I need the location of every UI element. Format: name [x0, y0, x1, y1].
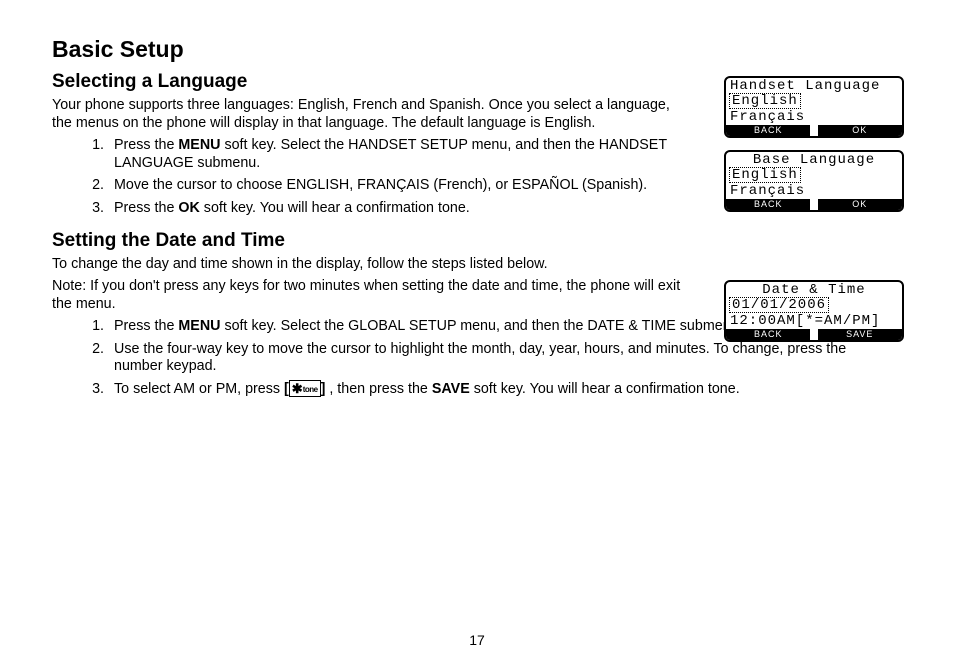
lcd2-item-english: English	[729, 167, 801, 183]
section2-step3: To select AM or PM, press [✱tone] , then…	[108, 381, 892, 399]
lcd1-item-english: English	[729, 93, 801, 109]
lcd1-softkey-back: BACK	[726, 125, 810, 136]
lcd-date-time: Date & Time 01/01/2006 12:00AM[*=AM/PM] …	[724, 280, 904, 342]
section2-step2: Use the four-way key to move the cursor …	[108, 341, 892, 377]
page-title: Basic Setup	[52, 36, 902, 63]
lcd2-title: Base Language	[726, 152, 902, 167]
section1-step2: Move the cursor to choose ENGLISH, FRANÇ…	[108, 177, 692, 195]
section-heading-datetime: Setting the Date and Time	[52, 230, 902, 252]
section1-step1: Press the MENU soft key. Select the HAND…	[108, 137, 692, 173]
lcd1-softkey-ok: OK	[818, 125, 902, 136]
page-number: 17	[0, 632, 954, 648]
section1-step3: Press the OK soft key. You will hear a c…	[108, 200, 692, 218]
lcd3-softkey-back: BACK	[726, 329, 810, 340]
star-tone-key-icon: ✱tone	[289, 380, 321, 397]
section1-steps: Press the MENU soft key. Select the HAND…	[52, 137, 692, 218]
lcd1-item-francais: Français	[726, 109, 902, 124]
lcd2-softkey-back: BACK	[726, 199, 810, 210]
lcd-base-language: Base Language English Français BACK OK	[724, 150, 904, 212]
section2-intro1: To change the day and time shown in the …	[52, 256, 692, 274]
lcd-handset-language: Handset Language English Français BACK O…	[724, 76, 904, 138]
lcd3-title: Date & Time	[726, 282, 902, 297]
lcd2-softkey-ok: OK	[818, 199, 902, 210]
section2-intro2: Note: If you don't press any keys for tw…	[52, 278, 692, 314]
section1-intro: Your phone supports three languages: Eng…	[52, 97, 692, 133]
lcd1-title: Handset Language	[726, 78, 902, 93]
lcd3-time: 12:00AM[*=AM/PM]	[726, 313, 902, 328]
lcd3-date: 01/01/2006	[729, 297, 829, 313]
lcd3-softkey-save: SAVE	[818, 329, 902, 340]
lcd2-item-francais: Français	[726, 183, 902, 198]
